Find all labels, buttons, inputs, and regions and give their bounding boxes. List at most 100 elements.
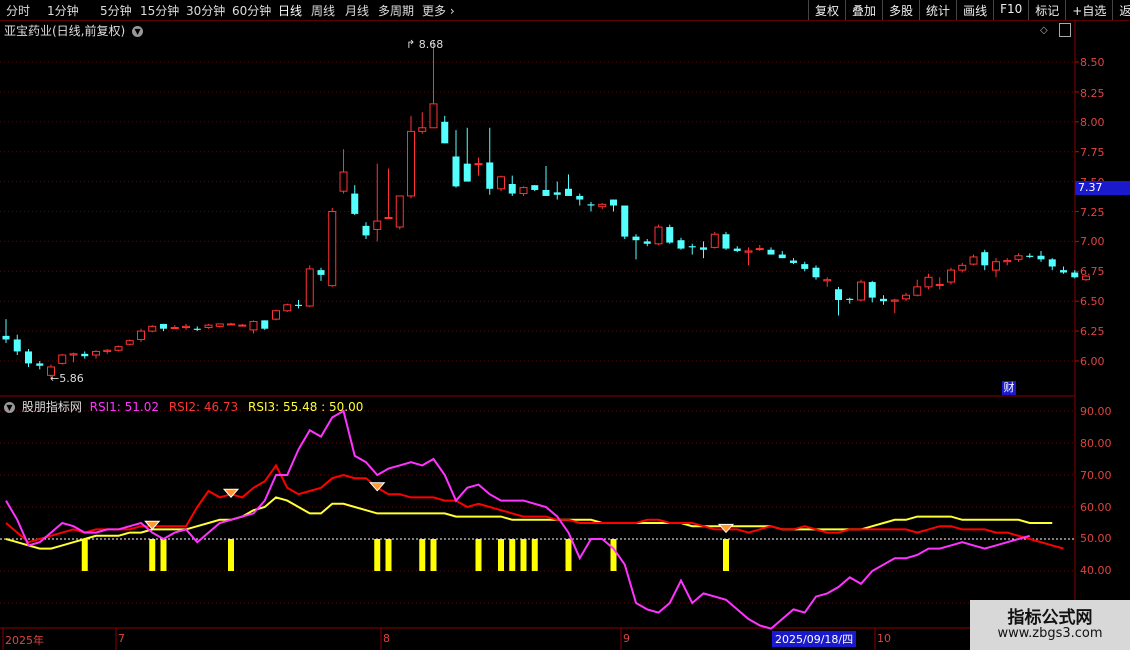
candle-body [654,226,663,245]
candle-body [935,283,944,286]
candle-body [463,163,471,182]
rsi-signal-bar [498,539,504,571]
candle-body [880,298,887,302]
candle-body [441,121,449,144]
rsi-markers [144,482,735,534]
trough-price-label: ←5.86 [50,372,84,385]
peak-value: 8.68 [418,38,444,51]
candle-body [204,324,213,329]
candle-body [429,103,438,129]
candle-body [36,363,44,366]
grid-lines [0,20,1130,650]
rsi-tick: 90.00 [1080,405,1112,418]
rsi-signal-bar [160,539,167,571]
candle-body [193,328,201,330]
candle-body [823,279,832,282]
candle-body [81,353,89,357]
candle-body [272,310,280,320]
candle-body [947,269,955,283]
price-tick: 7.25 [1080,206,1105,219]
candle-body [58,354,67,364]
peak-arrow-icon: ↱ [406,38,416,51]
candle-body [778,254,786,259]
candle-body [1071,272,1079,278]
rsi-tick: 50.00 [1080,532,1112,545]
date-label: 7 [118,632,125,645]
rsi-tick: 60.00 [1080,501,1112,514]
peak-price-label: ↱ 8.68 [406,38,443,51]
candle-body [767,249,775,255]
chevron-down-icon[interactable]: ▼ [132,26,144,37]
candle-body [474,163,483,166]
rsi-signal-bar [81,539,88,571]
candle-body [902,294,910,300]
date-label: 8 [383,632,390,645]
candle-body [542,189,550,196]
rsi-panel-title: ▼ 股朋指标网 RSI1: 51.02 RSI2: 46.73 RSI3: 55… [4,398,363,415]
candle-body [418,127,427,132]
rsi-signal-bar [565,539,572,571]
candle-body [317,270,325,275]
candle-body [868,282,876,298]
candle-body [182,325,190,329]
candle-body [519,187,528,195]
candle-body [508,183,516,194]
chevron-down-icon[interactable]: ▼ [4,402,15,413]
candle-body [103,349,112,352]
candle-body [643,241,651,244]
watermark-title: 指标公式网 [1007,608,1093,628]
rsi-tick: 70.00 [1080,469,1112,482]
candle-body [857,281,865,301]
candle-body [452,156,460,187]
candle-body [407,130,415,197]
candle-body [632,236,640,241]
candle-body [890,299,899,302]
date-label: 9 [623,632,630,645]
rsi-signal-bar [374,539,381,571]
candle-body [261,320,269,329]
stock-chart[interactable] [0,0,1130,650]
candle-body [69,353,78,356]
rsi-signal-bar [475,539,482,571]
candle-body [846,298,854,301]
finance-badge[interactable]: 财 [1002,381,1016,395]
rsi-signal-bar [509,539,516,571]
candle-body [587,204,595,206]
candle-body [351,193,359,214]
current-price-tag: 7.37 [1075,181,1130,195]
watermark-logo: 指标公式网 www.zbgs3.com [970,600,1130,650]
rsi-signal-bar [430,539,437,571]
candle-body [384,216,393,219]
rsi-signal-bar [149,539,156,571]
candle-body [339,171,348,192]
price-tick: 6.50 [1080,295,1105,308]
price-tick: 8.00 [1080,116,1105,129]
candle-body [1003,260,1012,263]
candle-body [1048,259,1056,267]
price-tick: 6.00 [1080,355,1105,368]
trough-arrow-icon: ← [50,372,60,385]
candle-body [992,261,1000,271]
trough-value: 5.86 [59,372,84,385]
candle-body [395,195,404,228]
diamond-icon[interactable]: ◇ [1040,25,1048,36]
candle-body [13,339,21,352]
candle-body [744,250,753,253]
indicator-name: 股朋指标网 [21,400,82,414]
candle-body [688,246,696,248]
price-tick: 6.75 [1080,265,1105,278]
candle-body [137,330,145,340]
candle-body [238,324,247,327]
date-label: 2025年 [5,634,44,647]
candle-body [835,289,842,301]
rsi-signal-bar [610,539,617,571]
candle-body [610,199,617,206]
candle-body [295,304,302,306]
rsi3-value: RSI3: 55.48 : 50.00 [248,400,364,414]
rsi-signal-bar [723,539,729,571]
rsi-signal-bar [228,539,234,571]
price-tick: 8.50 [1080,56,1105,69]
panel-toggle-icon[interactable] [1059,23,1071,37]
candle-body [1037,255,1045,260]
rsi-signal-bar [419,539,426,571]
